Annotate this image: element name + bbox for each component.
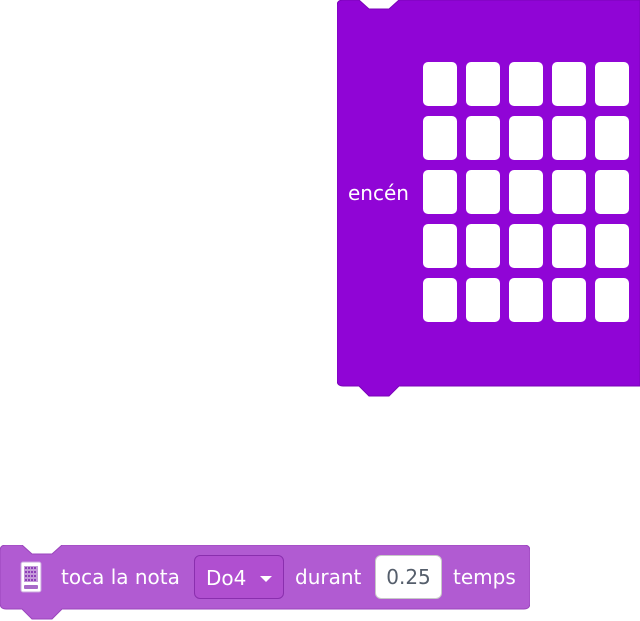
play-tone-label: toca la nota <box>61 565 180 589</box>
play-tone-block[interactable]: toca la nota Do4 durant 0.25 temps <box>0 545 530 621</box>
note-dropdown-value: Do4 <box>206 566 247 590</box>
led-cell-r5-c4[interactable] <box>552 278 586 322</box>
led-cell-r4-c4[interactable] <box>552 224 586 268</box>
led-cell-r5-c2[interactable] <box>466 278 500 322</box>
led-cell-r1-c2[interactable] <box>466 62 500 106</box>
led-cell-r2-c4[interactable] <box>552 116 586 160</box>
led-cell-r3-c2[interactable] <box>466 170 500 214</box>
microbit-extension-icon <box>19 560 43 594</box>
led-matrix[interactable] <box>423 62 629 322</box>
led-cell-r5-c5[interactable] <box>595 278 629 322</box>
workspace: encén toca la nota Do4 durant 0.25 temps <box>0 0 640 621</box>
led-cell-r2-c1[interactable] <box>423 116 457 160</box>
led-cell-r3-c1[interactable] <box>423 170 457 214</box>
led-cell-r4-c5[interactable] <box>595 224 629 268</box>
duration-input[interactable]: 0.25 <box>375 555 442 599</box>
for-label: durant <box>295 565 362 589</box>
led-cell-r2-c5[interactable] <box>595 116 629 160</box>
led-cell-r3-c4[interactable] <box>552 170 586 214</box>
beats-unit-label: temps <box>453 565 516 589</box>
led-cell-r4-c3[interactable] <box>509 224 543 268</box>
led-cell-r5-c1[interactable] <box>423 278 457 322</box>
led-cell-r4-c2[interactable] <box>466 224 500 268</box>
note-dropdown[interactable]: Do4 <box>194 555 284 599</box>
led-cell-r2-c2[interactable] <box>466 116 500 160</box>
led-cell-r3-c5[interactable] <box>595 170 629 214</box>
led-cell-r1-c1[interactable] <box>423 62 457 106</box>
led-cell-r4-c1[interactable] <box>423 224 457 268</box>
led-cell-r5-c3[interactable] <box>509 278 543 322</box>
led-cell-r1-c5[interactable] <box>595 62 629 106</box>
led-cell-r1-c4[interactable] <box>552 62 586 106</box>
led-cell-r1-c3[interactable] <box>509 62 543 106</box>
led-cell-r3-c3[interactable] <box>509 170 543 214</box>
leds-block-label: encén <box>348 181 409 205</box>
leds-block[interactable]: encén <box>337 0 640 398</box>
led-cell-r2-c3[interactable] <box>509 116 543 160</box>
chevron-down-icon <box>260 576 272 582</box>
